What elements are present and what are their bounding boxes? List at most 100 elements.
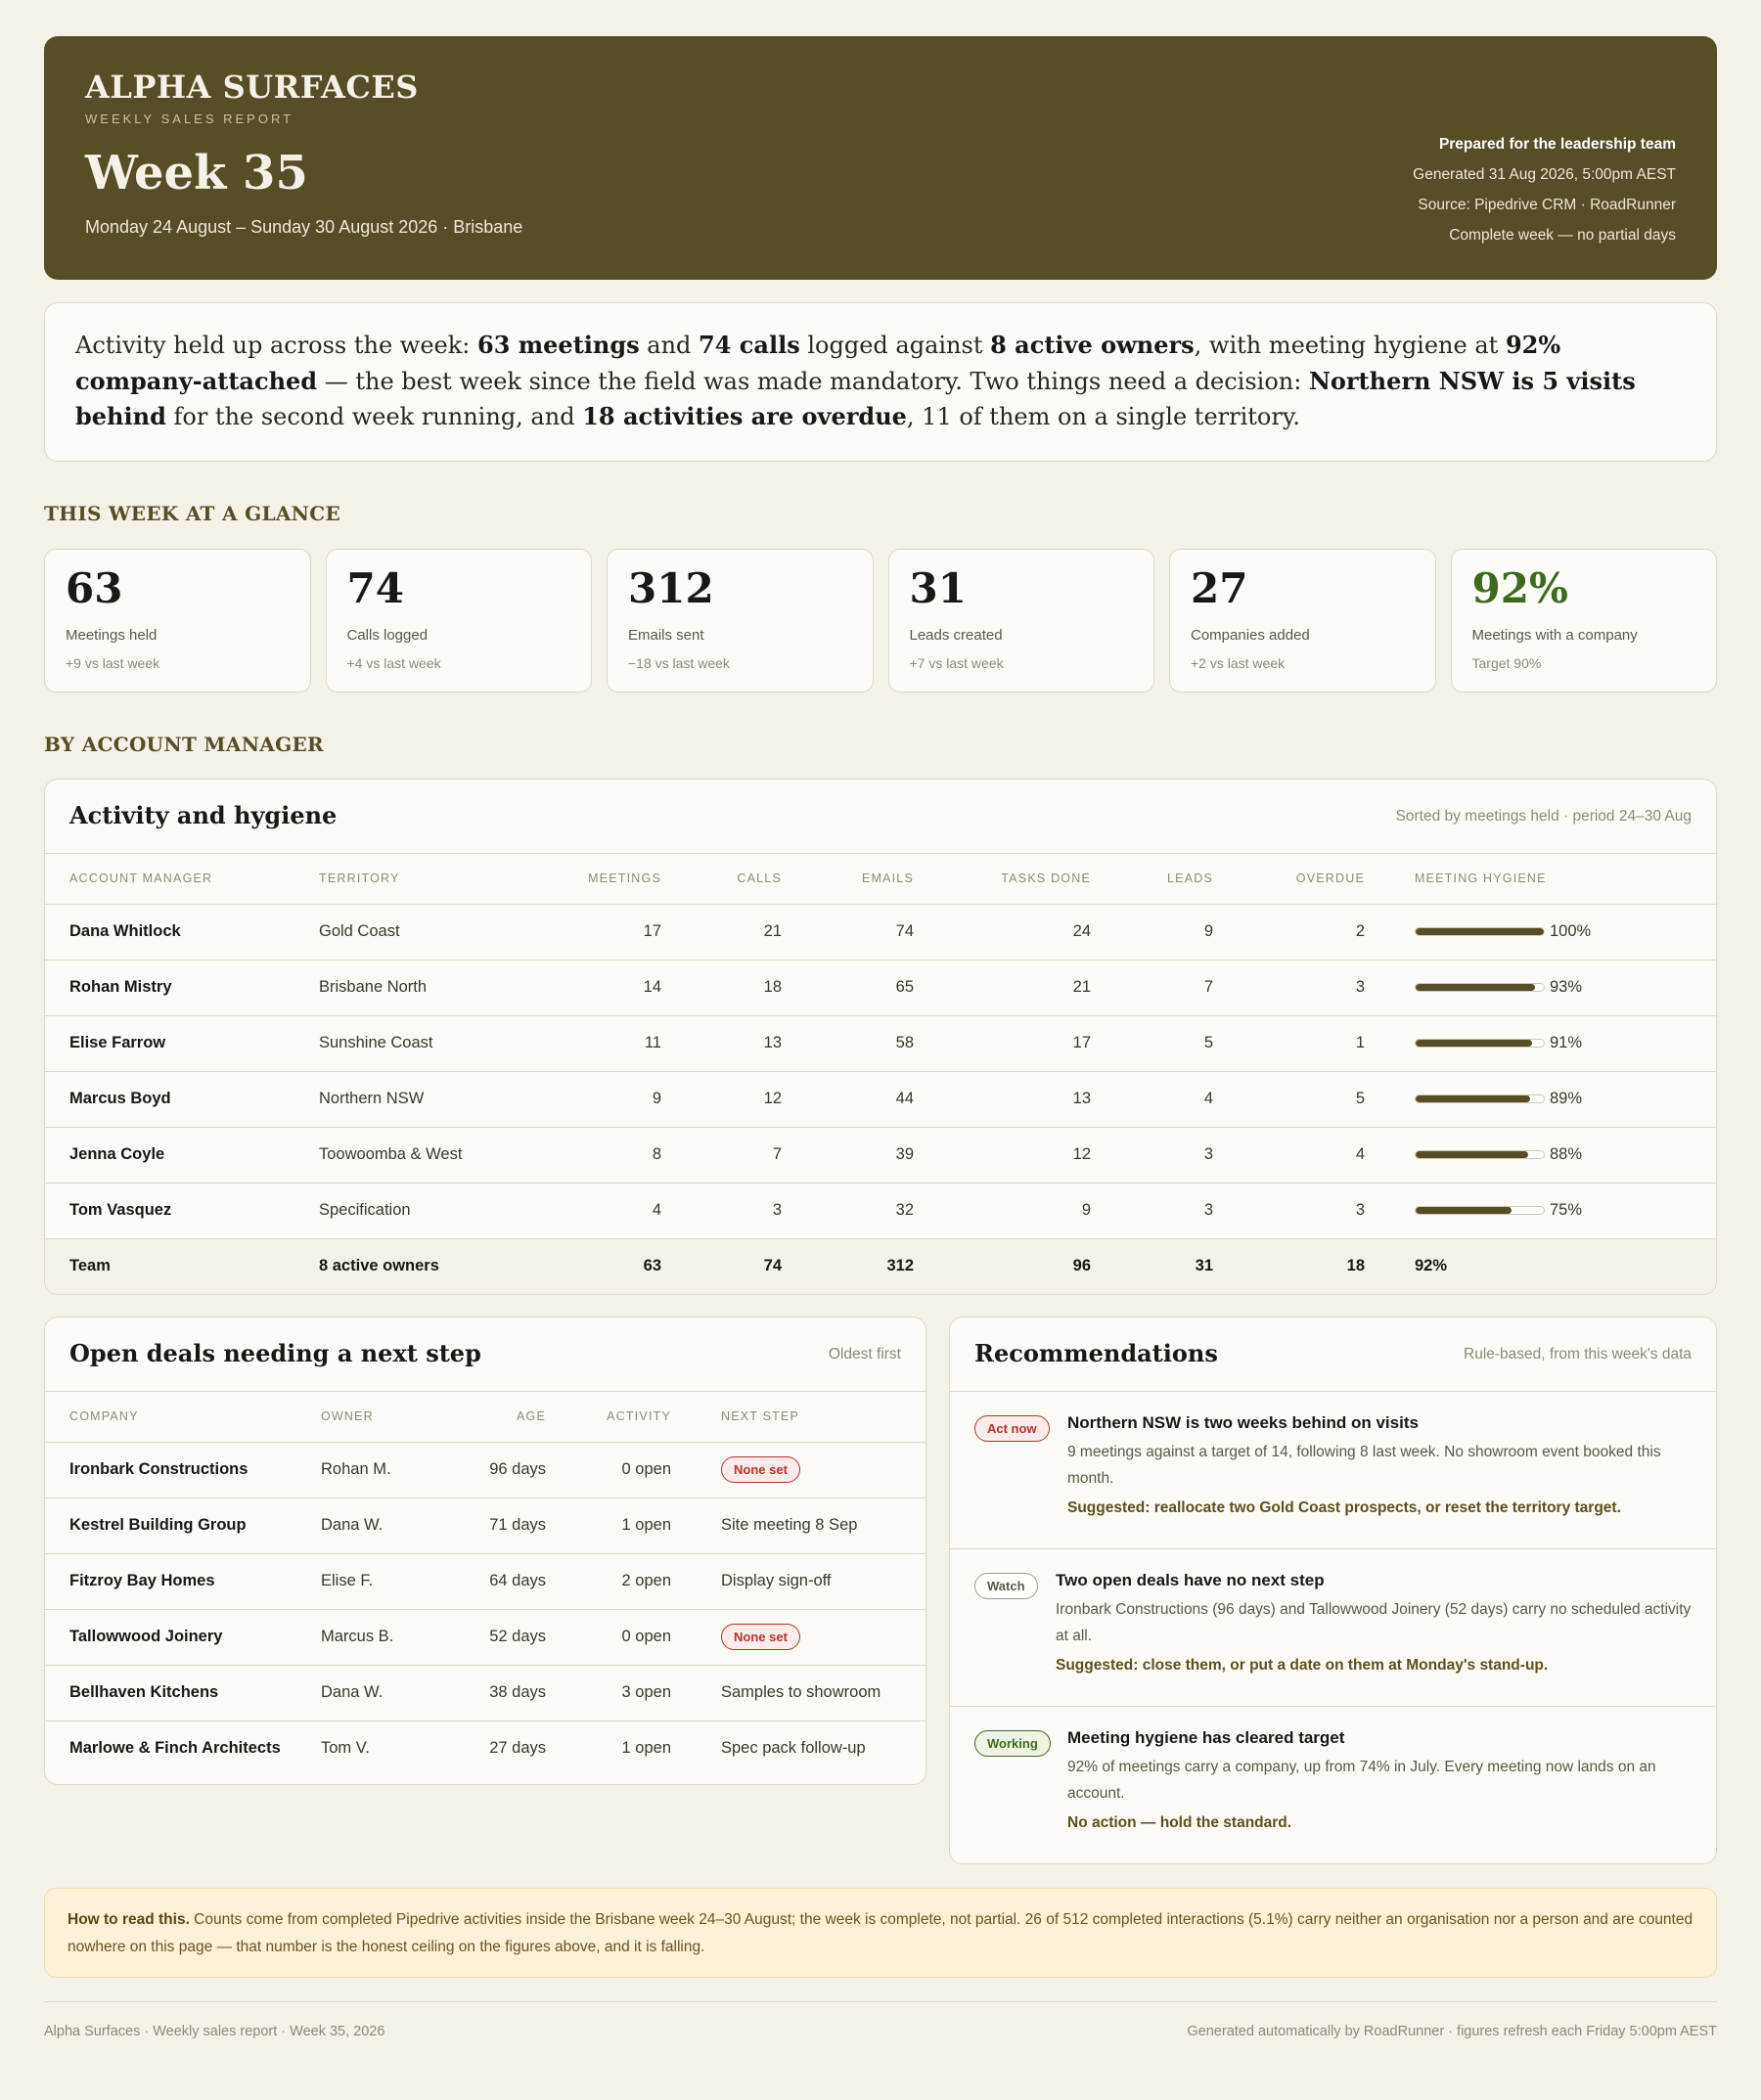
summary-text: Activity held up across the week: — [75, 332, 478, 359]
report-meta: Prepared for the leadership team Generat… — [1413, 129, 1676, 250]
calls-count: 21 — [661, 904, 782, 961]
column-header[interactable]: CALLS — [661, 854, 782, 905]
hygiene-cell: 93% — [1365, 960, 1716, 1016]
recommendation-item: Watch Two open deals have no next step I… — [950, 1549, 1716, 1707]
column-header[interactable]: ACTIVITY — [546, 1392, 671, 1443]
column-header[interactable]: MEETING HYGIENE — [1365, 854, 1716, 905]
table-header-row: COMPANY OWNER AGE ACTIVITY NEXT STEP — [45, 1392, 926, 1443]
table-row[interactable]: Dana Whitlock Gold Coast 17 21 74 24 9 2 100% — [45, 904, 1716, 961]
tasks-count: 24 — [914, 904, 1091, 961]
recommendations-card: Recommendations Rule-based, from this we… — [949, 1317, 1717, 1864]
hygiene-bar — [1415, 1095, 1545, 1103]
note-text: Counts come from completed Pipedrive act… — [68, 1911, 1693, 1955]
recommendations-card-note: Rule-based, from this week's data — [1464, 1346, 1692, 1363]
section-title-by-manager: BY ACCOUNT MANAGER — [44, 733, 324, 756]
next-step: Display sign-off — [671, 1553, 926, 1610]
summary-text: , 11 of them on a single territory. — [906, 403, 1300, 430]
recommendation-description: 9 meetings against a target of 14, follo… — [1067, 1444, 1661, 1487]
deal-age: 52 days — [438, 1609, 546, 1666]
column-header[interactable]: EMAILS — [782, 854, 914, 905]
recommendation-body: Northern NSW is two weeks behind on visi… — [1067, 1413, 1692, 1517]
recommendation-title: Two open deals have no next step — [1056, 1571, 1325, 1589]
column-header[interactable]: TERRITORY — [319, 854, 515, 905]
summary-text: and — [639, 332, 700, 359]
hygiene-cell: 75% — [1365, 1183, 1716, 1239]
company-name: Marlowe & Finch Architects — [69, 1739, 281, 1758]
column-header[interactable]: NEXT STEP — [671, 1392, 926, 1443]
territory: Sunshine Coast — [319, 1015, 515, 1072]
meetings-count: 9 — [515, 1071, 661, 1128]
column-header[interactable]: MEETINGS — [515, 854, 661, 905]
table-row[interactable]: Bellhaven Kitchens Dana W. 38 days 3 open Sa… — [45, 1665, 926, 1721]
recommendation-suggestion: No action — hold the standard. — [1067, 1814, 1292, 1831]
column-header[interactable]: OVERDUE — [1213, 854, 1365, 905]
hygiene-bar — [1415, 927, 1545, 936]
table-row[interactable]: Tom Vasquez Specification 4 3 32 9 3 3 75% — [45, 1183, 1716, 1239]
hygiene-meter: 89% — [1415, 1090, 1716, 1108]
table-row[interactable]: Jenna Coyle Toowoomba & West 8 7 39 12 3 4 88% — [45, 1127, 1716, 1184]
kpi-label: Meetings held — [66, 627, 158, 644]
territory: Northern NSW — [319, 1071, 515, 1128]
team-hygiene: 92% — [1365, 1237, 1716, 1294]
none-set-badge: None set — [721, 1624, 800, 1650]
company-name: Tallowwood Joinery — [45, 1609, 321, 1666]
emails-count: 74 — [782, 904, 914, 961]
kpi-delta: −18 vs last week — [628, 655, 730, 671]
territory: Gold Coast — [319, 904, 515, 961]
column-header[interactable]: LEADS — [1091, 854, 1213, 905]
table-row[interactable]: Marcus Boyd Northern NSW 9 12 44 13 4 5 89% — [45, 1071, 1716, 1128]
deal-age: 96 days — [438, 1442, 546, 1498]
summary-text: for the second week running, and — [165, 403, 583, 430]
hygiene-cell: 88% — [1365, 1127, 1716, 1184]
table-row[interactable]: Elise Farrow Sunshine Coast 11 13 58 17 5 1 91% — [45, 1015, 1716, 1072]
table-row[interactable]: Fitzroy Bay Homes Elise F. 64 days 2 open Di… — [45, 1553, 926, 1610]
deal-activity: 1 open — [546, 1497, 671, 1554]
manager-name: Tom Vasquez — [45, 1183, 319, 1239]
team-label: Team — [45, 1237, 319, 1294]
table-row[interactable]: Kestrel Building Group Dana W. 71 days 1 op… — [45, 1497, 926, 1554]
hygiene-bar-fill — [1416, 984, 1535, 991]
hygiene-percent: 100% — [1550, 922, 1592, 940]
activity-card-title: Activity and hygiene — [69, 801, 338, 829]
next-step-text: Display sign-off — [721, 1572, 832, 1589]
recommendations-card-title: Recommendations — [974, 1339, 1218, 1367]
completeness-note: Complete week — no partial days — [1449, 227, 1676, 244]
report-subtitle: WEEKLY SALES REPORT — [85, 112, 294, 126]
hygiene-percent: 88% — [1550, 1145, 1583, 1163]
activity-card-note: Sorted by meetings held · period 24–30 A… — [1395, 808, 1692, 825]
calls-count: 3 — [661, 1183, 782, 1239]
table-row[interactable]: Marlowe & Finch Architects Tom V. 27 days 1… — [45, 1720, 926, 1776]
kpi-label: Leads created — [909, 627, 1003, 644]
hygiene-meter: 91% — [1415, 1034, 1716, 1052]
column-header[interactable]: OWNER — [321, 1392, 438, 1443]
executive-summary: Activity held up across the week: 63 mee… — [44, 302, 1717, 462]
hygiene-meter: 75% — [1415, 1201, 1716, 1220]
leads-count: 9 — [1091, 904, 1213, 961]
table-row[interactable]: Tallowwood Joinery Marcus B. 52 days 0 open… — [45, 1609, 926, 1666]
deals-card-note: Oldest first — [828, 1346, 901, 1363]
week-dates: Monday 24 August – Sunday 30 August 2026… — [85, 217, 523, 237]
company-name: Kestrel Building Group — [45, 1497, 321, 1554]
table-header-row: ACCOUNT MANAGER TERRITORY MEETINGS CALLS… — [45, 854, 1716, 905]
column-header[interactable]: ACCOUNT MANAGER — [45, 854, 319, 905]
manager-name: Rohan Mistry — [45, 960, 319, 1016]
overdue-count: 5 — [1213, 1071, 1365, 1128]
deal-age: 64 days — [438, 1553, 546, 1610]
deal-activity: 0 open — [546, 1609, 671, 1666]
table-row[interactable]: Rohan Mistry Brisbane North 14 18 65 21 7 3 93% — [45, 960, 1716, 1016]
column-header[interactable]: AGE — [438, 1392, 546, 1443]
column-header[interactable]: TASKS DONE — [914, 854, 1091, 905]
hygiene-meter: 100% — [1415, 922, 1716, 941]
data-source: Source: Pipedrive CRM · RoadRunner — [1418, 197, 1676, 213]
column-header[interactable]: COMPANY — [45, 1392, 321, 1443]
kpi-card-companies: 27 Companies added +2 vs last week — [1169, 549, 1436, 693]
recommendation-item: Act now Northern NSW is two weeks behind… — [950, 1392, 1716, 1549]
kpi-card-meetings: 63 Meetings held +9 vs last week — [44, 549, 311, 693]
tasks-count: 17 — [914, 1015, 1091, 1072]
calls-count: 12 — [661, 1071, 782, 1128]
table-row[interactable]: Ironbark Constructions Rohan M. 96 days 0 o… — [45, 1442, 926, 1498]
status-badge-watch: Watch — [974, 1573, 1038, 1599]
footer-divider — [44, 2001, 1717, 2002]
status-badge-working: Working — [974, 1730, 1051, 1757]
manager-name: Dana Whitlock — [45, 904, 319, 961]
